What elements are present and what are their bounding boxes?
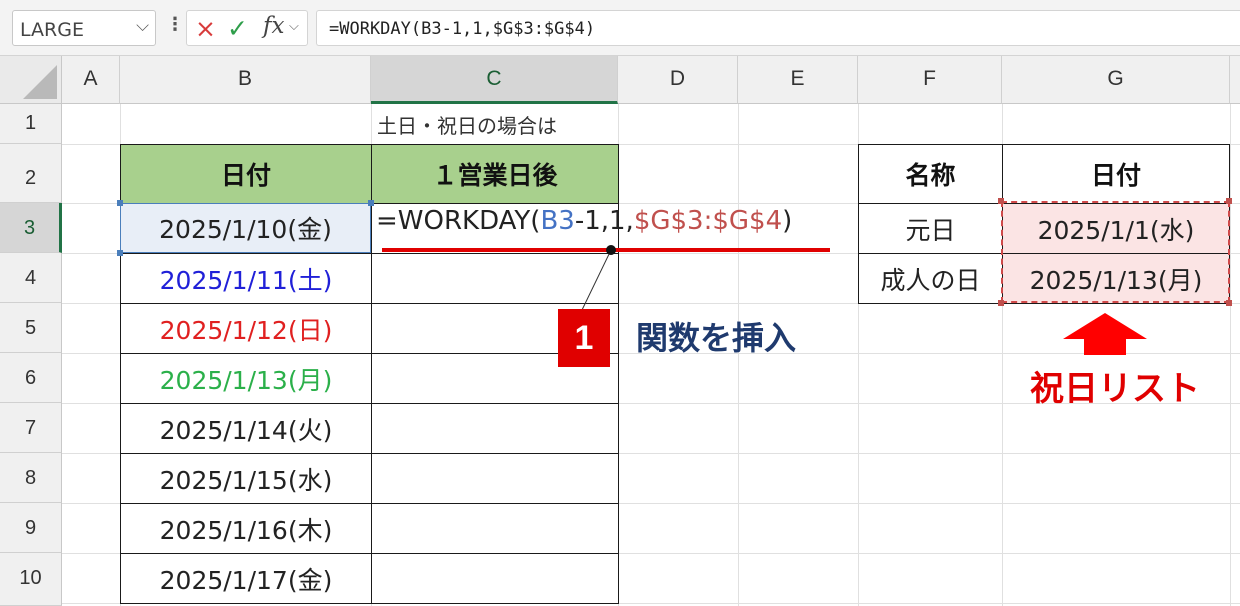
cell-b7[interactable]: 2025/1/14(火) [120,403,372,454]
formula-suffix: ) [782,206,793,236]
name-box[interactable]: LARGE ⌵ [12,10,156,46]
step-label: 関数を挿入 [636,319,797,357]
leader-dot [606,245,616,255]
cell-c1-note[interactable]: 土日・祝日の場合は [371,104,618,144]
cell-b6[interactable]: 2025/1/13(月) [120,353,372,404]
row-header-10[interactable]: 10 [0,553,62,606]
cell-c2-header[interactable]: １営業日後 [371,144,619,204]
cell-c4[interactable] [371,253,619,304]
selected-cell-b3[interactable]: 2025/1/10(金) [120,203,371,253]
formula-prefix: =WORKDAY( [376,206,541,236]
vertical-dots-icon[interactable]: ⋮ [166,14,184,35]
cell-c3-formula[interactable]: =WORKDAY(B3-1,1,$G$3:$G$4) [376,206,792,236]
column-header-h[interactable] [1230,56,1240,104]
cell-b3-value: 2025/1/10(金) [159,215,332,244]
name-box-value: LARGE [20,19,84,41]
step-badge: 1 [558,309,610,367]
cell-c8[interactable] [371,453,619,504]
cell-b2-header[interactable]: 日付 [120,144,372,204]
column-header-g[interactable]: G [1002,56,1230,104]
range-handle[interactable] [1226,300,1232,306]
selection-handle[interactable] [117,200,123,206]
column-header-e[interactable]: E [738,56,858,104]
cell-b10[interactable]: 2025/1/17(金) [120,553,372,604]
column-header-a[interactable]: A [62,56,120,104]
cell-f4[interactable]: 成人の日 [858,253,1003,304]
formula-middle: -1,1, [574,206,634,236]
cell-c9[interactable] [371,503,619,554]
cancel-icon[interactable]: × [195,14,216,43]
row-header-3[interactable]: 3 [0,203,62,253]
row-header-2[interactable]: 2 [0,144,62,203]
row-header-4[interactable]: 4 [0,253,62,303]
formula-range-highlight [1001,201,1230,303]
cell-c7[interactable] [371,403,619,454]
range-handle[interactable] [998,300,1004,306]
range-handle[interactable] [1226,198,1232,204]
insert-function-icon[interactable]: fx [263,13,284,39]
selection-handle[interactable] [368,200,374,206]
cell-f2-header[interactable]: 名称 [858,144,1003,204]
formula-ref-b3: B3 [540,206,575,236]
cell-g2-header[interactable]: 日付 [1002,144,1230,204]
row-header-1[interactable]: 1 [0,104,62,144]
cell-b8[interactable]: 2025/1/15(水) [120,453,372,504]
holiday-list-label: 祝日リスト [1030,369,1200,409]
select-all-corner[interactable] [0,56,62,104]
row-header-9[interactable]: 9 [0,503,62,553]
range-handle[interactable] [998,198,1004,204]
row-header-5[interactable]: 5 [0,303,62,353]
formula-bar: LARGE ⌵ ⋮ × ✓ fx ⌵ =WORKDAY(B3-1,1,$G$3:… [0,0,1240,56]
column-header-b[interactable]: B [120,56,371,104]
enter-check-icon[interactable]: ✓ [227,14,248,43]
chevron-down-icon[interactable]: ⌵ [136,16,149,36]
row-header-8[interactable]: 8 [0,453,62,503]
column-header-d[interactable]: D [618,56,738,104]
column-header-c[interactable]: C [371,56,618,104]
cell-b4[interactable]: 2025/1/11(土) [120,253,372,304]
selection-handle[interactable] [117,250,123,256]
formula-ref-holidays: $G$3:$G$4 [633,206,783,236]
cell-b5[interactable]: 2025/1/12(日) [120,303,372,354]
formula-input[interactable]: =WORKDAY(B3-1,1,$G$3:$G$4) [316,10,1240,46]
chevron-down-icon[interactable]: ⌵ [289,19,299,34]
formula-buttons: × ✓ fx ⌵ [186,10,308,46]
row-header-7[interactable]: 7 [0,403,62,453]
cell-f3[interactable]: 元日 [858,203,1003,254]
formula-text: =WORKDAY(B3-1,1,$G$3:$G$4) [329,19,596,39]
row-header-6[interactable]: 6 [0,353,62,403]
up-arrow-icon [1063,313,1147,355]
cell-b9[interactable]: 2025/1/16(木) [120,503,372,554]
cell-c10[interactable] [371,553,619,604]
column-header-f[interactable]: F [858,56,1002,104]
